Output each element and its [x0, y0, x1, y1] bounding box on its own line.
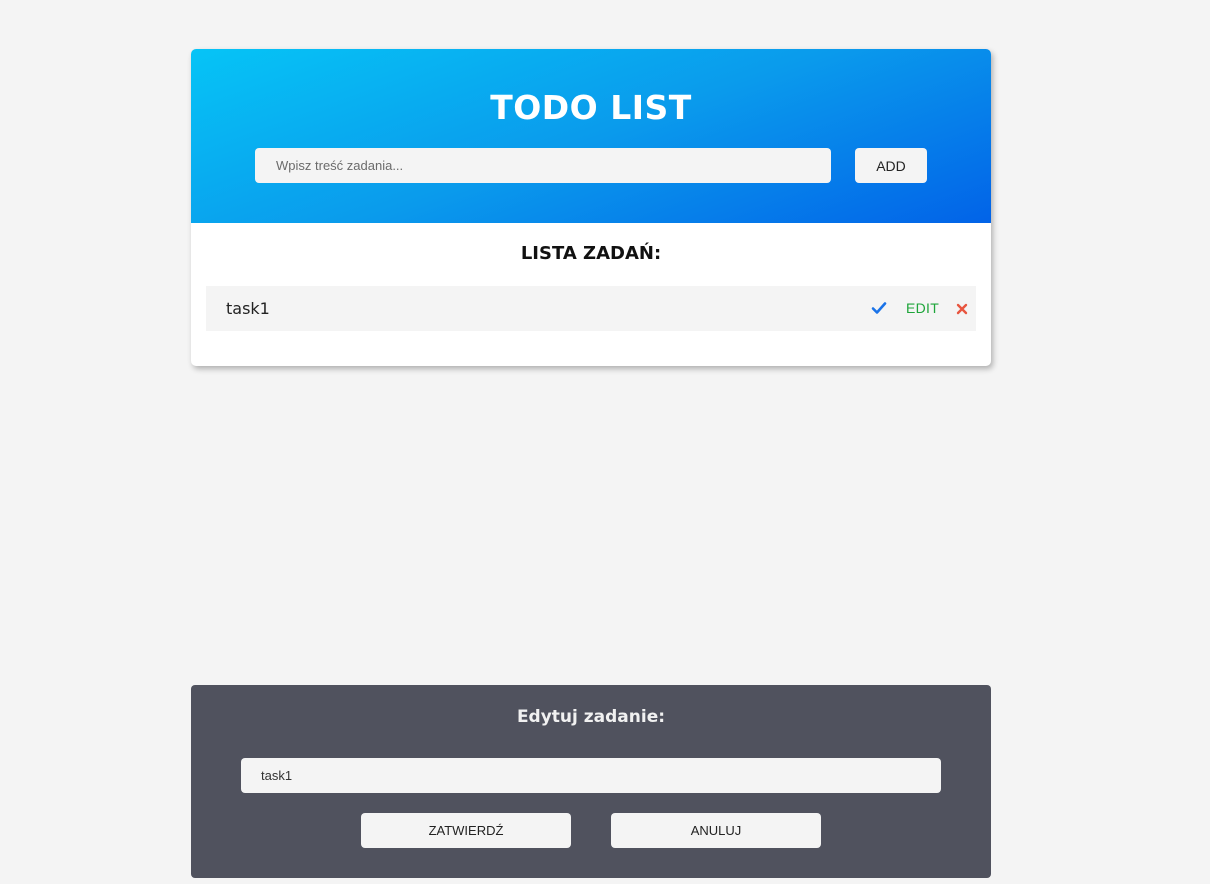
cancel-button[interactable]: ANULUJ: [611, 813, 821, 848]
confirm-button[interactable]: ZATWIERDŹ: [361, 813, 571, 848]
todo-card: TODO LIST ADD LISTA ZADAŃ: task1 EDIT: [191, 49, 991, 366]
todo-header: TODO LIST ADD: [191, 49, 991, 223]
close-icon[interactable]: [956, 302, 968, 315]
edit-button[interactable]: EDIT: [906, 286, 939, 331]
add-button[interactable]: ADD: [855, 148, 927, 183]
task-input[interactable]: [255, 148, 831, 183]
list-item: task1 EDIT: [206, 286, 976, 331]
edit-panel: Edytuj zadanie: ZATWIERDŹ ANULUJ: [191, 685, 991, 878]
edit-task-input[interactable]: [241, 758, 941, 793]
edit-panel-title: Edytuj zadanie:: [516, 707, 666, 727]
task-text: task1: [226, 299, 270, 318]
task-list-title: LISTA ZADAŃ:: [520, 243, 662, 264]
check-icon[interactable]: [871, 300, 887, 316]
app-title: TODO LIST: [490, 88, 692, 127]
